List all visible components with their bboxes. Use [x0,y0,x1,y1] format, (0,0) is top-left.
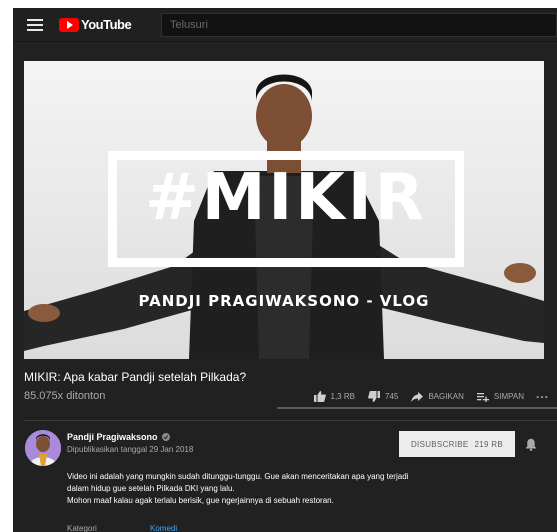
save-label: SIMPAN [493,392,524,401]
search-input[interactable]: Telusuri [161,13,557,37]
dislike-count: 745 [384,392,399,401]
save-button[interactable]: SIMPAN [476,392,524,402]
category-link[interactable]: Komedi [150,524,177,532]
like-button[interactable]: 1,3 RB [313,391,355,402]
thumbs-up-icon [313,391,326,402]
video-title: MIKIR: Apa kabar Pandji setelah Pilkada? [24,370,247,384]
description-line-1: Video ini adalah yang mungkin sudah ditu… [67,472,409,481]
share-arrow-icon [411,391,424,402]
hamburger-menu-icon[interactable] [27,18,43,31]
youtube-watch-page: YouTube Telusuri #MIKIR PANDJI PRAGIWAKS… [13,8,557,532]
share-label: BAGIKAN [428,392,464,401]
video-actions: 1,3 RB 745 BAGIKAN SIMPAN ... [301,387,550,402]
thumbnail-subtitle-text: PANDJI PRAGIWAKSONO - VLOG [138,292,430,310]
top-bar: YouTube Telusuri [13,8,557,42]
verified-check-icon [161,433,170,441]
subscribe-button[interactable]: DISUBSCRIBE 219 RB [399,431,515,457]
youtube-logo[interactable]: YouTube [59,17,132,32]
logo-text: YouTube [81,17,132,32]
thumbnail-hashtag-text: #MIKIR [145,161,427,235]
description-line-3: Mohon maaf kalau agak terlalu berisik, g… [67,496,334,505]
video-description: Video ini adalah yang mungkin sudah ditu… [67,471,408,507]
youtube-play-icon [59,17,79,32]
category-label: Kategori [67,524,97,532]
description-line-2: dalam hidup gue setelah Pilkada DKI yang… [67,484,235,493]
like-count: 1,3 RB [330,392,355,401]
section-divider [24,420,557,421]
publish-date: Dipublikasikan tanggal 29 Jan 2018 [67,445,194,454]
channel-info: Pandji Pragiwaksono [67,432,170,442]
share-button[interactable]: BAGIKAN [411,391,464,402]
add-to-playlist-icon [476,392,489,402]
avatar-image [25,430,61,466]
more-actions-button[interactable]: ... [536,387,549,401]
view-count: 85.075x ditonton [24,390,106,402]
channel-name[interactable]: Pandji Pragiwaksono [67,432,158,442]
like-ratio-bar [277,407,557,409]
video-player[interactable]: #MIKIR PANDJI PRAGIWAKSONO - VLOG [24,61,544,359]
dislike-button[interactable]: 745 [368,391,398,402]
subscribe-label: DISUBSCRIBE [410,439,469,449]
subscriber-count: 219 RB [474,439,504,449]
notification-bell-icon[interactable] [525,438,537,451]
channel-avatar[interactable] [25,430,61,466]
category-row: Kategori Komedi [67,524,177,532]
thumbs-down-icon [368,391,380,402]
